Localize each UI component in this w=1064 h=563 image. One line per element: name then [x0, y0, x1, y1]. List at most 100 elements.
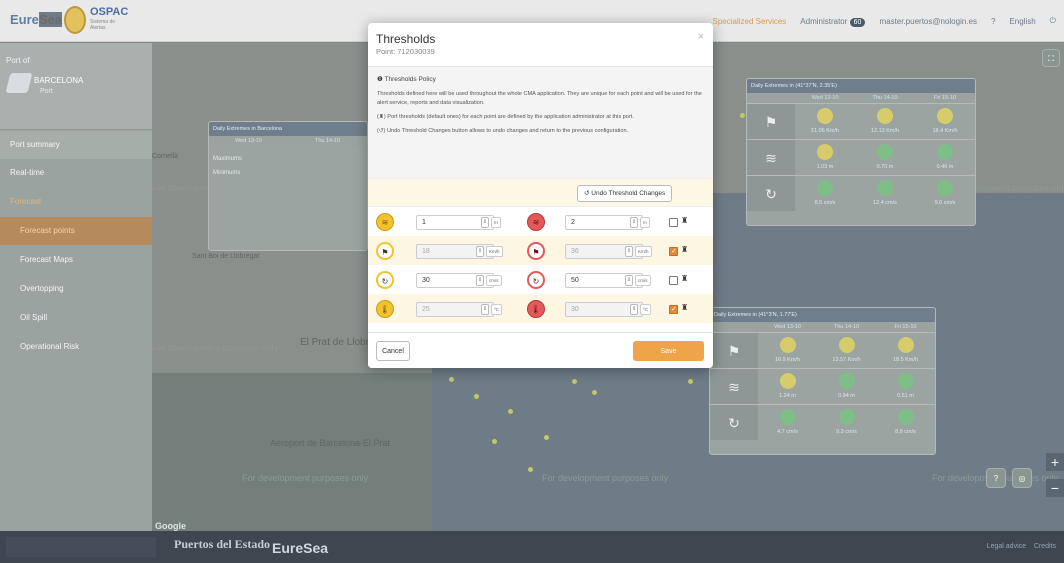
beacon-icon: ♜: [681, 274, 689, 283]
credits-link[interactable]: Credits: [1034, 543, 1056, 550]
panel-day: Thu 14-10: [314, 138, 341, 144]
stepper-icon[interactable]: ⇕: [476, 246, 484, 257]
cancel-button[interactable]: Cancel: [376, 341, 410, 361]
forecast-point-marker[interactable]: [688, 379, 693, 384]
ospac-logo-icon: [64, 6, 86, 34]
forecast-point-marker[interactable]: [508, 409, 513, 414]
legal-advice-link[interactable]: Legal advice: [987, 543, 1026, 550]
use-port-threshold-checkbox[interactable]: [669, 247, 678, 256]
power-icon[interactable]: ⏻: [1050, 16, 1056, 26]
sidebar-item-oil-spill[interactable]: Oil Spill: [0, 304, 152, 332]
sidebar-item-forecast[interactable]: Forecast: [0, 188, 152, 216]
forecast-point-marker[interactable]: [449, 377, 454, 382]
sidebar-item-port-summary[interactable]: Port summary: [0, 131, 152, 159]
wind-level-icon: [877, 108, 893, 124]
forecast-point-marker[interactable]: [572, 379, 577, 384]
panel-days: Wed 13-10 Thu 14-10: [209, 136, 367, 146]
stepper-icon[interactable]: ⇕: [625, 246, 633, 257]
stepper-icon[interactable]: ⇕: [625, 275, 633, 286]
map-watermark: For development purposes only: [152, 343, 279, 353]
sidebar-item-operational-risk[interactable]: Operational Risk: [0, 333, 152, 361]
currents-level-icon: [817, 180, 833, 196]
government-logo-icon: [6, 537, 156, 557]
language-menu[interactable]: English: [1009, 17, 1035, 26]
help-fab-button[interactable]: ?: [986, 468, 1006, 488]
ospac-subtitle: Sistema de Alertas: [90, 19, 116, 31]
wind-level-icon: [779, 337, 796, 353]
use-port-threshold-checkbox[interactable]: [669, 276, 678, 285]
sidebar-item-real-time[interactable]: Real-time: [0, 159, 152, 187]
beacon-icon: ♜: [681, 303, 689, 312]
fullscreen-icon[interactable]: ⛶: [1042, 49, 1060, 67]
panel-label-max: Maximums: [213, 156, 243, 162]
daily-extremes-panel-c[interactable]: Daily Extremes in (41°3'N, 1.77'E) Wed 1…: [709, 307, 936, 455]
unit-label: m: [640, 217, 650, 228]
specialized-services-link[interactable]: Specialized Services: [712, 17, 786, 26]
forecast-point-marker[interactable]: [592, 390, 597, 395]
policy-paragraph: Port thresholds (default ones) for each …: [387, 114, 634, 120]
unit-label: m: [491, 217, 501, 228]
zoom-out-button[interactable]: −: [1046, 479, 1064, 497]
daily-extremes-panel-b[interactable]: Daily Extremes in (41°37'N, 2.35'E) Wed …: [746, 78, 976, 226]
info-icon: ❶: [377, 76, 385, 83]
use-port-threshold-checkbox[interactable]: [669, 218, 678, 227]
stepper-icon[interactable]: ⇕: [481, 217, 489, 228]
daily-extremes-panel-barcelona[interactable]: Daily Extremes in Barcelona Wed 13-10 Th…: [208, 121, 368, 251]
undo-icon: (↺): [377, 128, 387, 134]
currents-alert-icon: ↻: [527, 271, 545, 289]
user-menu[interactable]: master.puertos@nologin.es: [879, 17, 977, 26]
currents-level-icon: [937, 180, 953, 196]
help-button[interactable]: ?: [991, 17, 995, 26]
unit-label: Km/h: [486, 246, 503, 257]
stepper-icon[interactable]: ⇕: [481, 304, 489, 315]
port-name[interactable]: BARCELONA: [34, 76, 83, 85]
unit-label: Km/h: [635, 246, 652, 257]
currents-warning-icon: ↻: [376, 271, 394, 289]
policy-paragraph: Undo Threshold Changes button allows to …: [386, 128, 629, 134]
save-button[interactable]: Save: [633, 341, 704, 361]
sidebar-item-forecast-maps[interactable]: Forecast Maps: [0, 246, 152, 274]
wind-level-icon: [817, 108, 833, 124]
google-logo: Google: [155, 521, 186, 531]
forecast-point-marker[interactable]: [492, 439, 497, 444]
panel-day: Fri 15-10: [894, 324, 917, 330]
sidebar-item-overtopping[interactable]: Overtopping: [0, 275, 152, 303]
thermometer-warning-icon: 🌡: [376, 300, 394, 318]
forecast-point-marker[interactable]: [544, 435, 549, 440]
forecast-point-marker[interactable]: [740, 113, 745, 118]
panel-label-min: Minimums: [213, 170, 241, 176]
zoom-in-button[interactable]: +: [1046, 453, 1064, 471]
sidebar-item-forecast-points[interactable]: Forecast points: [0, 217, 152, 245]
footer-bar: Puertos del Estado EureSea Legal advice …: [0, 531, 1064, 563]
brand-logo[interactable]: Eure Sea: [10, 12, 63, 27]
map-place-airport: Aeroport de Barcelona-El Prat: [270, 438, 391, 448]
currents-level-icon: [779, 409, 796, 425]
forecast-point-marker[interactable]: [474, 394, 479, 399]
waves-level-icon: [937, 144, 953, 160]
port-kind: Port: [40, 88, 53, 95]
undo-threshold-changes-button[interactable]: ↺ Undo Threshold Changes: [577, 185, 673, 202]
beacon-icon: ♜: [681, 245, 689, 254]
wind-warning-icon: ⚑: [376, 242, 394, 260]
wind-level-icon: [937, 108, 953, 124]
stepper-icon[interactable]: ⇕: [476, 275, 484, 286]
forecast-point-marker[interactable]: [528, 467, 533, 472]
currents-icon: ↻: [710, 405, 758, 440]
map-watermark: For development purposes only: [242, 473, 369, 483]
waves-level-icon: [838, 373, 855, 389]
panel-day: Fri 15-10: [933, 95, 956, 101]
locate-icon[interactable]: ◎: [1012, 468, 1032, 488]
stepper-icon[interactable]: ⇕: [630, 217, 638, 228]
port-selector[interactable]: Port of BARCELONA Port: [0, 43, 152, 130]
thresholds-dialog: Thresholds Point: 712030039 × ❶ Threshol…: [368, 23, 713, 368]
administrator-menu[interactable]: Administrator 60: [800, 17, 866, 27]
close-icon[interactable]: ×: [698, 31, 704, 43]
use-port-threshold-checkbox[interactable]: [669, 305, 678, 314]
panel-title: Daily Extremes in (41°37'N, 2.35'E): [747, 79, 975, 93]
panel-row-waves: ≋ 1.03 m 0.70 m 0.46 m: [747, 139, 975, 175]
panel-labels: Maximums Minimums: [209, 146, 367, 186]
panel-day: Thu 14-10: [872, 95, 898, 101]
stepper-icon[interactable]: ⇕: [630, 304, 638, 315]
currents-icon: ↻: [747, 176, 795, 211]
waves-level-icon: [877, 144, 893, 160]
